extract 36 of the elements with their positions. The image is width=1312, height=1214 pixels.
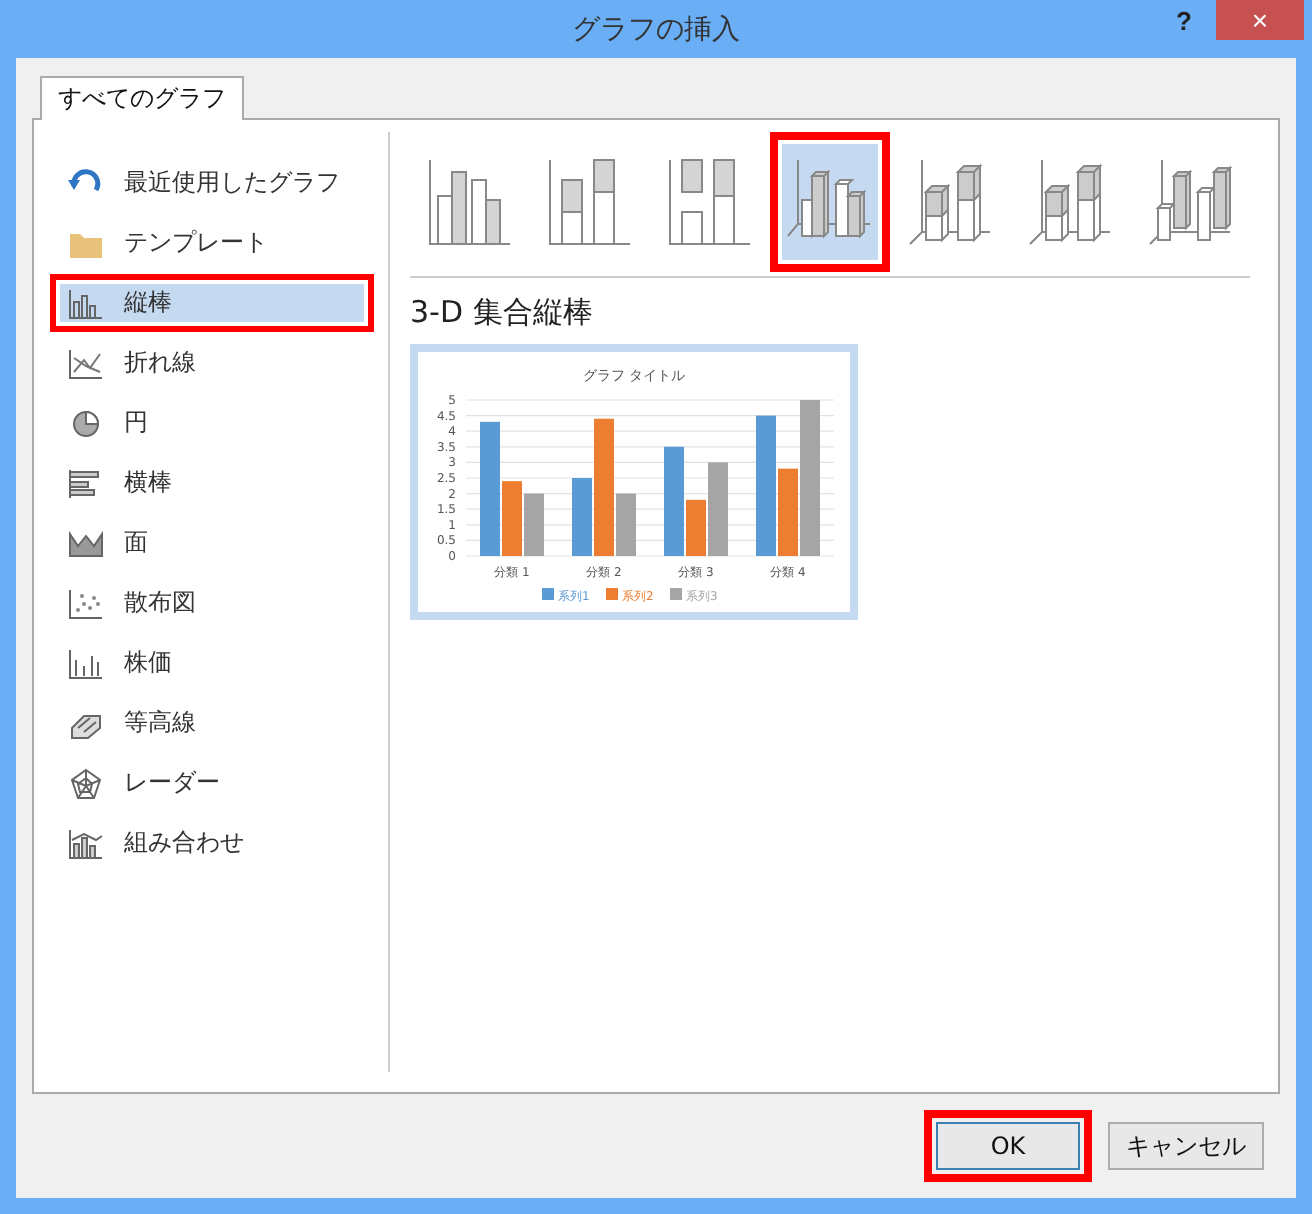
chart-type-item[interactable]: 等高線 [60,704,364,742]
help-button[interactable]: ? [1176,6,1192,36]
chart-type-item[interactable]: 横棒 [60,464,364,502]
chart-subtype-button[interactable] [782,144,878,260]
close-button[interactable]: × [1216,0,1304,40]
chart-type-item[interactable]: 株価 [60,644,364,682]
chart-type-item[interactable]: 折れ線 [60,344,364,382]
window-title: グラフの挿入 [572,11,740,47]
radar-chart-icon [68,767,104,799]
combo-chart-icon [68,827,104,859]
column-chart-icon [666,156,754,248]
chart-type-item[interactable]: レーダー [60,764,364,802]
chart-type-item[interactable]: 面 [60,524,364,562]
column-chart-icon [426,156,514,248]
cancel-button[interactable]: キャンセル [1108,1122,1264,1170]
chart-bar [524,493,544,556]
chart-type-item[interactable]: 円 [60,404,364,442]
line-chart-icon [68,347,104,379]
column-chart-icon [546,156,634,248]
stock-chart-icon [68,647,104,679]
scatter-chart-icon [68,587,104,619]
pie-chart-icon [68,407,104,439]
chart-type-item[interactable]: 散布図 [60,584,364,622]
tab[interactable]: すべてのグラフ [40,76,244,120]
bar-chart-icon [68,467,104,499]
ok-button[interactable]: OK [936,1122,1080,1170]
column-chart-icon [1146,156,1234,248]
chart-subtype-title: 3-D 集合縦棒 [410,294,595,332]
chart-type-item[interactable]: 最近使用したグラフ [60,164,364,202]
chart-type-item[interactable]: 組み合わせ [60,824,364,862]
column-chart-icon [1026,156,1114,248]
area-chart-icon [68,527,104,559]
chart-type-item[interactable]: 縦棒 [60,284,364,322]
column-chart-icon [906,156,994,248]
column-chart-icon [68,287,104,319]
chart-type-item[interactable]: テンプレート [60,224,364,262]
